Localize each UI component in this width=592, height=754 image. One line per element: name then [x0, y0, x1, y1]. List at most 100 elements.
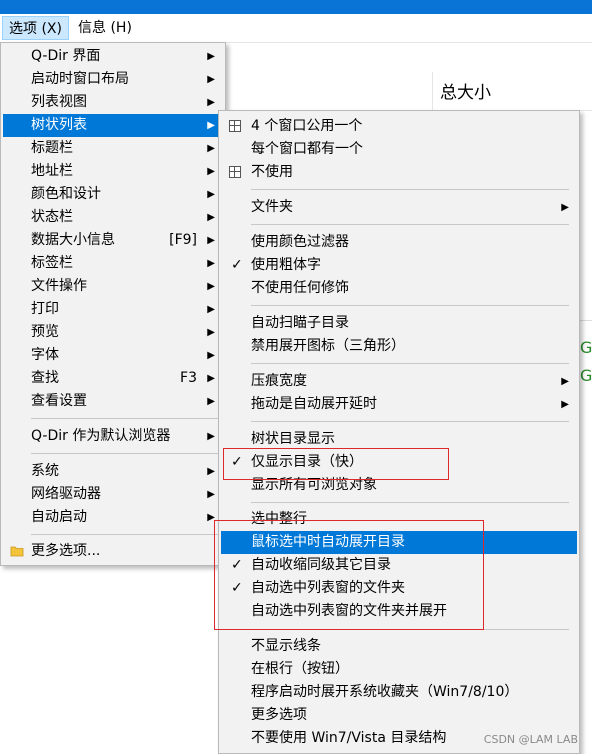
- submenu-arrow-icon: ▶: [207, 143, 215, 154]
- menu-item-label: 自动启动: [31, 509, 87, 525]
- menu-separator: [251, 224, 569, 225]
- menu-item-label: Q-Dir 界面: [31, 48, 101, 64]
- submenu-item-root-buttons[interactable]: 在根行（按钮）: [221, 658, 577, 681]
- submenu-arrow-icon: ▶: [207, 120, 215, 131]
- submenu-item-label: 禁用展开图标（三角形）: [251, 338, 405, 354]
- highlight-box: [223, 448, 449, 480]
- submenu-item-more-options[interactable]: 更多选项: [221, 704, 577, 727]
- shortcut-label: F3: [180, 370, 197, 386]
- submenu-item-folder[interactable]: 文件夹 ▶: [221, 196, 577, 219]
- menu-item-network-drives[interactable]: 网络驱动器 ▶: [3, 483, 223, 506]
- submenu-item-disable-expand-icon[interactable]: 禁用展开图标（三角形）: [221, 335, 577, 358]
- check-icon: ✓: [231, 257, 243, 273]
- submenu-item-drag-expand-delay[interactable]: 拖动是自动展开延时 ▶: [221, 393, 577, 416]
- submenu-arrow-icon: ▶: [207, 466, 215, 477]
- column-total-size[interactable]: 总大小: [440, 78, 491, 103]
- menu-item-default-browser[interactable]: Q-Dir 作为默认浏览器 ▶: [3, 425, 223, 448]
- menu-item-label: 字体: [31, 347, 59, 363]
- submenu-item-label: 每个窗口都有一个: [251, 141, 363, 157]
- submenu-item-label: 更多选项: [251, 707, 307, 723]
- submenu-item-label: 使用颜色过滤器: [251, 234, 349, 250]
- menu-item-title-bar[interactable]: 标题栏 ▶: [3, 137, 223, 160]
- file-list-header: [226, 72, 592, 111]
- background-divider: [578, 320, 592, 321]
- grid-icon: [229, 166, 241, 178]
- menu-item-font[interactable]: 字体 ▶: [3, 344, 223, 367]
- options-menu: Q-Dir 界面 ▶ 启动时窗口布局 ▶ 列表视图 ▶ 树状列表 ▶ 标题栏 ▶…: [0, 42, 226, 566]
- tree-list-submenu: 4 个窗口公用一个 每个窗口都有一个 不使用 文件夹 ▶ 使用颜色过滤器 ✓ 使…: [218, 110, 580, 754]
- menu-info[interactable]: 信息 (H): [72, 16, 138, 40]
- background-glyph: G: [580, 366, 592, 385]
- folder-icon: [10, 546, 24, 557]
- menu-item-startup-layout[interactable]: 启动时窗口布局 ▶: [3, 68, 223, 91]
- menu-item-label: 系统: [31, 463, 59, 479]
- submenu-arrow-icon: ▶: [207, 350, 215, 361]
- submenu-item-expand-favorites[interactable]: 程序启动时展开系统收藏夹（Win7/8/10）: [221, 681, 577, 704]
- menu-item-autostart[interactable]: 自动启动 ▶: [3, 506, 223, 529]
- submenu-arrow-icon: ▶: [207, 373, 215, 384]
- menu-item-data-size-info[interactable]: 数据大小信息 [F9] ▶: [3, 229, 223, 252]
- submenu-item-label: 压痕宽度: [251, 373, 307, 389]
- submenu-item-label: 自动扫瞄子目录: [251, 315, 349, 331]
- submenu-item-hide-lines[interactable]: 不显示线条: [221, 635, 577, 658]
- submenu-arrow-icon: ▶: [207, 489, 215, 500]
- submenu-arrow-icon: ▶: [207, 97, 215, 108]
- menu-item-label: 树状列表: [31, 117, 87, 133]
- menu-item-label: 颜色和设计: [31, 186, 101, 202]
- background-glyph: G: [580, 338, 592, 357]
- menu-item-label: 启动时窗口布局: [31, 71, 129, 87]
- menu-item-label: 更多选项...: [31, 543, 101, 559]
- menu-item-find[interactable]: 查找 F3 ▶: [3, 367, 223, 390]
- menu-separator: [31, 453, 221, 454]
- submenu-item-shared-tree[interactable]: 4 个窗口公用一个: [221, 115, 577, 138]
- submenu-arrow-icon: ▶: [207, 212, 215, 223]
- menu-item-preview[interactable]: 预览 ▶: [3, 321, 223, 344]
- submenu-arrow-icon: ▶: [207, 235, 215, 246]
- watermark: CSDN @LAM LAB: [483, 733, 578, 746]
- menu-item-qdir-ui[interactable]: Q-Dir 界面 ▶: [3, 45, 223, 68]
- submenu-arrow-icon: ▶: [207, 281, 215, 292]
- submenu-item-auto-scan[interactable]: 自动扫瞄子目录: [221, 312, 577, 335]
- submenu-item-color-filter[interactable]: 使用颜色过滤器: [221, 231, 577, 254]
- menu-separator: [251, 305, 569, 306]
- submenu-item-indent-width[interactable]: 压痕宽度 ▶: [221, 370, 577, 393]
- submenu-arrow-icon: ▶: [207, 431, 215, 442]
- menu-item-file-operations[interactable]: 文件操作 ▶: [3, 275, 223, 298]
- menu-item-print[interactable]: 打印 ▶: [3, 298, 223, 321]
- submenu-item-no-decoration[interactable]: 不使用任何修饰: [221, 277, 577, 300]
- menu-item-label: Q-Dir 作为默认浏览器: [31, 428, 171, 444]
- column-divider[interactable]: [432, 72, 433, 110]
- menu-item-address-bar[interactable]: 地址栏 ▶: [3, 160, 223, 183]
- menu-item-label: 标题栏: [31, 140, 73, 156]
- submenu-arrow-icon: ▶: [207, 258, 215, 269]
- menu-options[interactable]: 选项 (X): [2, 16, 69, 40]
- menu-item-view-settings[interactable]: 查看设置 ▶: [3, 390, 223, 413]
- submenu-arrow-icon: ▶: [207, 74, 215, 85]
- submenu-item-bold-font[interactable]: ✓ 使用粗体字: [221, 254, 577, 277]
- menu-item-label: 网络驱动器: [31, 486, 101, 502]
- menu-item-color-design[interactable]: 颜色和设计 ▶: [3, 183, 223, 206]
- menu-separator: [31, 534, 221, 535]
- submenu-item-label: 不使用任何修饰: [251, 280, 349, 296]
- submenu-item-no-tree[interactable]: 不使用: [221, 161, 577, 184]
- menu-item-label: 列表视图: [31, 94, 87, 110]
- menu-item-label: 标签栏: [31, 255, 73, 271]
- menu-separator: [251, 421, 569, 422]
- submenu-arrow-icon: ▶: [207, 304, 215, 315]
- menu-item-list-view[interactable]: 列表视图 ▶: [3, 91, 223, 114]
- menu-item-label: 数据大小信息: [31, 232, 115, 248]
- menu-item-system[interactable]: 系统 ▶: [3, 460, 223, 483]
- menu-item-status-bar[interactable]: 状态栏 ▶: [3, 206, 223, 229]
- submenu-item-tree-per-window[interactable]: 每个窗口都有一个: [221, 138, 577, 161]
- menu-separator: [251, 189, 569, 190]
- menu-item-tab-bar[interactable]: 标签栏 ▶: [3, 252, 223, 275]
- menu-item-tree-list[interactable]: 树状列表 ▶: [3, 114, 223, 137]
- menu-separator: [31, 418, 221, 419]
- submenu-item-label: 不使用: [251, 164, 293, 180]
- submenu-item-label: 使用粗体字: [251, 257, 321, 273]
- submenu-arrow-icon: ▶: [207, 327, 215, 338]
- grid-icon: [229, 120, 241, 132]
- menu-item-more-options[interactable]: 更多选项...: [3, 540, 223, 563]
- submenu-arrow-icon: ▶: [207, 51, 215, 62]
- menu-item-label: 查找: [31, 370, 59, 386]
